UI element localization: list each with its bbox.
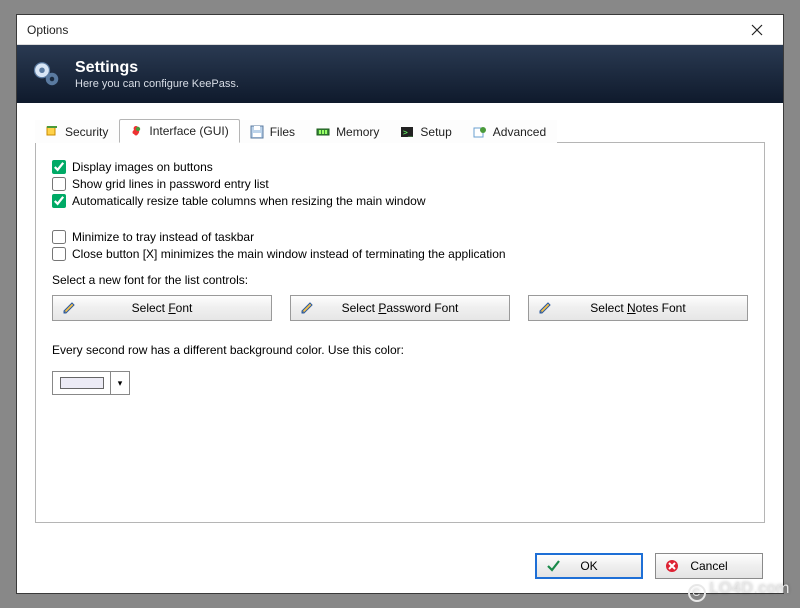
svg-text:>_: >_ (403, 128, 413, 137)
dialog-footer: OK Cancel (535, 553, 763, 579)
tab-label: Files (270, 125, 295, 139)
checkbox-label: Minimize to tray instead of taskbar (72, 230, 254, 244)
select-font-button[interactable]: Select Font (52, 295, 272, 321)
header-title: Settings (75, 59, 239, 77)
tab-label: Security (65, 125, 108, 139)
checkbox[interactable] (52, 194, 66, 208)
tab-label: Advanced (493, 125, 546, 139)
watermark: CLO4D.com (688, 580, 790, 602)
button-label: Cancel (690, 559, 727, 573)
tab-label: Interface (GUI) (149, 124, 228, 138)
gear-icon (29, 56, 65, 92)
checkbox-label: Show grid lines in password entry list (72, 177, 269, 191)
check-grid-lines[interactable]: Show grid lines in password entry list (52, 177, 748, 191)
tab-label: Memory (336, 125, 379, 139)
select-password-font-button[interactable]: Select Password Font (290, 295, 510, 321)
shield-icon (44, 124, 60, 140)
memory-icon (315, 124, 331, 140)
checkbox-label: Automatically resize table columns when … (72, 194, 426, 208)
tab-files[interactable]: Files (240, 120, 306, 143)
close-icon[interactable] (735, 16, 779, 44)
checkbox[interactable] (52, 230, 66, 244)
button-label: OK (580, 559, 597, 573)
button-label: Select Password Font (342, 301, 459, 315)
tab-memory[interactable]: Memory (306, 120, 390, 143)
ok-button[interactable]: OK (535, 553, 643, 579)
checkbox-label: Display images on buttons (72, 160, 213, 174)
floppy-icon (249, 124, 265, 140)
check-auto-resize[interactable]: Automatically resize table columns when … (52, 194, 748, 208)
cancel-button[interactable]: Cancel (655, 553, 763, 579)
options-dialog: Options Settings Here you can configure … (16, 14, 784, 594)
tab-interface[interactable]: Interface (GUI) (119, 119, 239, 143)
pencil-icon (61, 300, 77, 316)
color-preview (60, 377, 104, 389)
checkbox[interactable] (52, 177, 66, 191)
chevron-down-icon[interactable]: ▾ (111, 372, 129, 394)
terminal-icon: >_ (399, 124, 415, 140)
checkbox-label: Close button [X] minimizes the main wind… (72, 247, 506, 261)
checkbox[interactable] (52, 160, 66, 174)
tab-advanced[interactable]: Advanced (463, 120, 557, 143)
tab-setup[interactable]: >_ Setup (390, 120, 462, 143)
tab-label: Setup (420, 125, 451, 139)
check-minimize-tray[interactable]: Minimize to tray instead of taskbar (52, 230, 748, 244)
font-intro-label: Select a new font for the list controls: (52, 273, 748, 287)
pencil-icon (299, 300, 315, 316)
checkbox[interactable] (52, 247, 66, 261)
tab-strip: Security Interface (GUI) Files (35, 117, 765, 143)
header-subtitle: Here you can configure KeePass. (75, 78, 239, 90)
select-notes-font-button[interactable]: Select Notes Font (528, 295, 748, 321)
pencil-icon (537, 300, 553, 316)
color-swatch[interactable] (53, 372, 111, 394)
tab-security[interactable]: Security (35, 120, 119, 143)
interface-panel: Display images on buttons Show grid line… (35, 143, 765, 523)
interface-icon (128, 123, 144, 139)
cancel-icon (664, 558, 680, 574)
button-label: Select Notes Font (590, 301, 685, 315)
check-close-minimizes[interactable]: Close button [X] minimizes the main wind… (52, 247, 748, 261)
alt-row-color-picker[interactable]: ▾ (52, 371, 130, 395)
row-color-intro-label: Every second row has a different backgro… (52, 343, 748, 357)
check-display-images[interactable]: Display images on buttons (52, 160, 748, 174)
settings-header: Settings Here you can configure KeePass. (17, 45, 783, 103)
titlebar: Options (17, 15, 783, 45)
advanced-icon (472, 124, 488, 140)
window-title: Options (27, 23, 68, 37)
check-icon (545, 558, 561, 574)
button-label: Select Font (132, 301, 193, 315)
